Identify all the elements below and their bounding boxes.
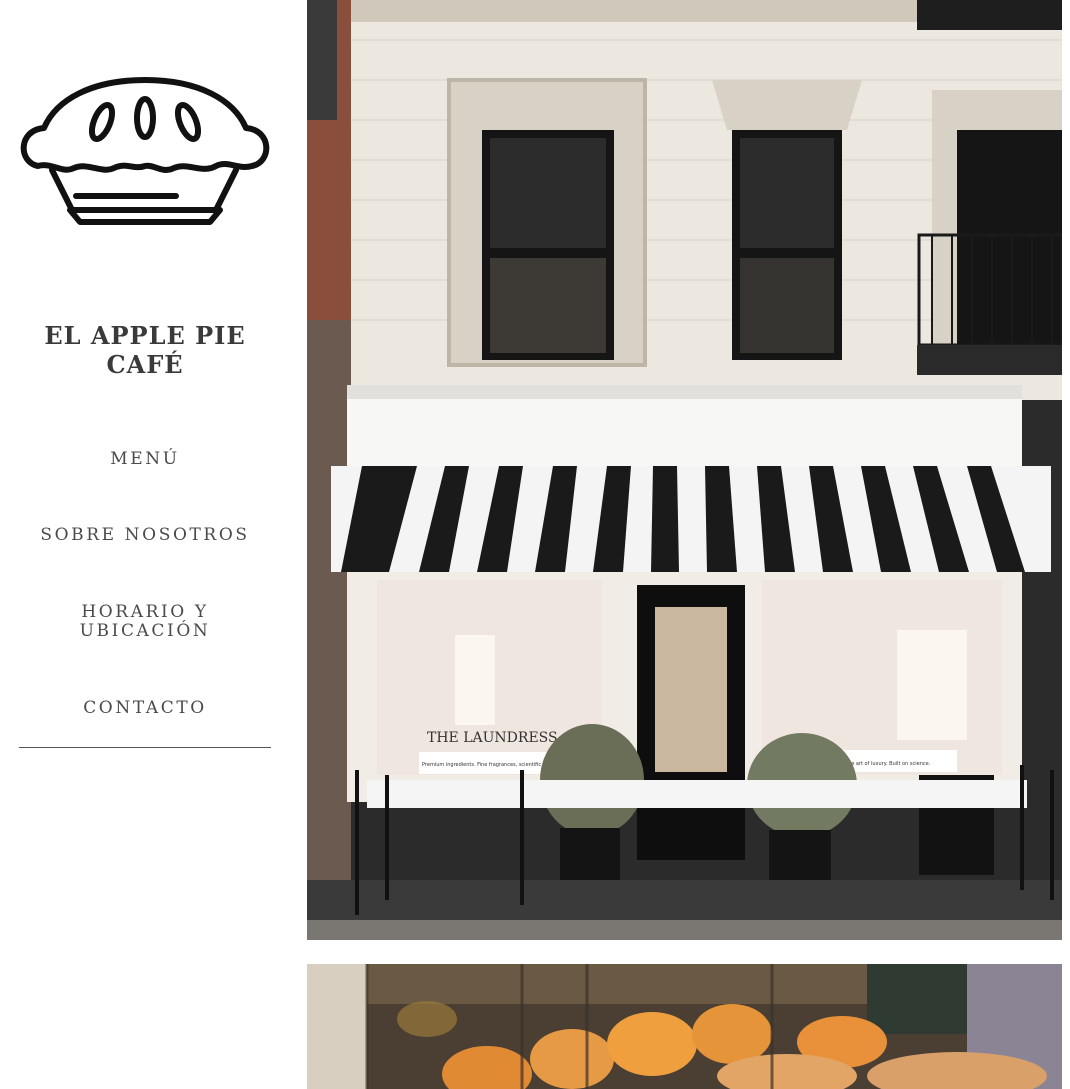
pastries-photo — [307, 964, 1062, 1089]
storefront-left-sign: THE LAUNDRESS — [427, 730, 558, 746]
nav-item-contact[interactable]: CONTACTO — [0, 699, 290, 718]
nav-item-hours-location[interactable]: HORARIO Y UBICACIÓN — [0, 603, 290, 641]
pie-icon[interactable] — [16, 70, 274, 230]
nav-item-hours-line2: UBICACIÓN — [79, 621, 211, 641]
sidebar: EL APPLE PIE CAFÉ MENÚ SOBRE NOSOTROS HO… — [0, 0, 290, 1089]
site-title[interactable]: EL APPLE PIE CAFÉ — [0, 321, 290, 379]
storefront-photo: THE LAUNDRESS Premium ingredients. Fine … — [307, 0, 1062, 940]
site-title-line2: CAFÉ — [106, 350, 184, 379]
nav-divider — [19, 747, 271, 748]
nav-item-about-us[interactable]: SOBRE NOSOTROS — [0, 526, 290, 545]
storefront-right-caption: The art of luxury. Built on science. — [844, 761, 931, 767]
nav-item-menu[interactable]: MENÚ — [0, 450, 290, 469]
site-title-line1: EL APPLE PIE — [44, 321, 246, 350]
nav-item-hours-line1: HORARIO Y — [81, 602, 209, 622]
